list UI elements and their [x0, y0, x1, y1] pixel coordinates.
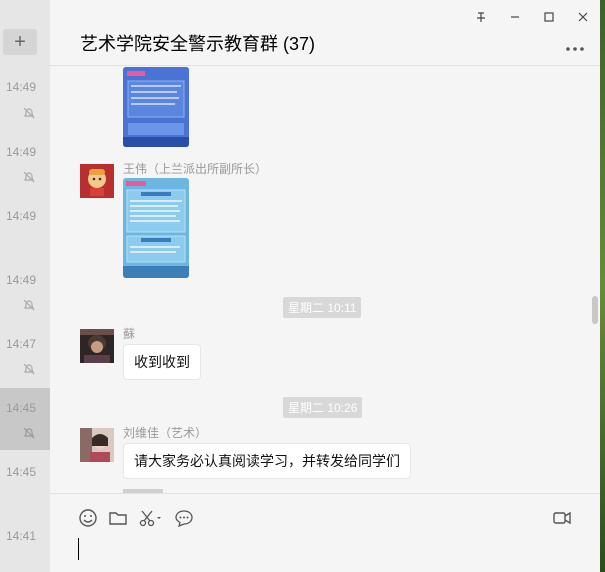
chat-window: 艺术学院安全警示教育群 (37) 王伟（上兰派出所副所长） 星期二 10:11 … [50, 0, 600, 572]
mute-icon [23, 107, 35, 119]
conversation-time: 14:41 [6, 529, 37, 543]
mute-icon [23, 427, 35, 439]
conversation-time: 14:49 [6, 209, 37, 223]
chat-bubble-icon[interactable] [174, 508, 194, 528]
conversation-time: 14:45 [6, 401, 37, 415]
conversation-time: 14:47 [6, 337, 37, 351]
pin-icon[interactable] [474, 10, 488, 24]
more-options-icon[interactable] [565, 36, 585, 57]
message-input[interactable] [78, 538, 79, 560]
avatar[interactable] [80, 428, 114, 462]
conversation-time: 14:49 [6, 145, 37, 159]
sender-name: 王伟（上兰派出所副所长） [123, 162, 268, 176]
image-message[interactable] [123, 67, 189, 147]
message-bubble[interactable]: 收到收到 [123, 344, 201, 380]
close-icon[interactable] [576, 10, 590, 24]
folder-icon[interactable] [108, 508, 128, 528]
timestamp: 星期二 10:26 [283, 397, 363, 418]
maximize-icon[interactable] [542, 10, 556, 24]
conversation-item-selected[interactable] [0, 388, 50, 450]
scrollbar[interactable] [592, 296, 598, 324]
chat-title: 艺术学院安全警示教育群 (37) [80, 34, 316, 54]
minimize-icon[interactable] [508, 10, 522, 24]
message-list: 王伟（上兰派出所副所长） 星期二 10:11 蘇 收到收到 星期二 10:26 … [50, 67, 600, 493]
message-bubble[interactable]: 请大家务必认真阅读学习，并转发给同学们 [123, 443, 411, 479]
screenshot-icon[interactable] [138, 508, 164, 528]
desktop-background [600, 0, 605, 572]
conversation-time: 14:45 [6, 465, 37, 479]
conversation-list: + 14:49 14:49 14:49 14:49 14:47 14:45 14… [0, 0, 50, 572]
sender-name: 刘维佳（艺术） [123, 426, 208, 440]
mute-icon [23, 299, 35, 311]
title-bar: 艺术学院安全警示教育群 (37) [50, 0, 600, 66]
emoji-icon[interactable] [78, 508, 98, 528]
input-area [50, 493, 600, 572]
avatar[interactable] [80, 164, 114, 198]
timestamp: 星期二 10:11 [283, 297, 362, 318]
conversation-time: 14:49 [6, 80, 37, 94]
add-chat-button[interactable]: + [3, 29, 37, 55]
mute-icon [23, 363, 35, 375]
sender-name: 蘇 [123, 327, 136, 341]
avatar[interactable] [80, 329, 114, 363]
mute-icon [23, 171, 35, 183]
video-call-icon[interactable] [552, 508, 572, 528]
image-message[interactable] [123, 178, 189, 278]
conversation-time: 14:49 [6, 273, 37, 287]
